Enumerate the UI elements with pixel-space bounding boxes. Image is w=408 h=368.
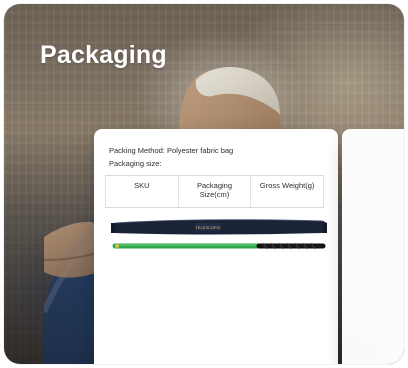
- bag-label-text: TELESCOPIC: [195, 225, 220, 230]
- packaging-spec-table: SKU Packaging Size(cm) Gross Weight(g): [105, 175, 324, 208]
- fishing-rod: [112, 242, 326, 250]
- table-header-gross-weight: Gross Weight(g): [250, 175, 324, 208]
- packaging-info: Packing Method: Polyester fabric bag Pac…: [109, 146, 326, 172]
- product-image: TELESCOPIC: [111, 219, 327, 250]
- packaging-card: Packing Method: Polyester fabric bag Pac…: [94, 129, 338, 364]
- table-header-row: SKU Packaging Size(cm) Gross Weight(g): [105, 175, 324, 208]
- page-title: Packaging: [40, 41, 167, 69]
- packing-method-text: Packing Method: Polyester fabric bag: [109, 146, 234, 155]
- product-detail-panel: Packaging Packing Method: Polyester fabr…: [4, 4, 404, 364]
- next-card-preview: [342, 129, 404, 364]
- table-header-packaging-size: Packaging Size(cm): [177, 175, 251, 208]
- fabric-bag: TELESCOPIC: [111, 219, 327, 235]
- packaging-size-label: Packaging size:: [109, 159, 162, 168]
- table-header-sku: SKU: [105, 175, 179, 208]
